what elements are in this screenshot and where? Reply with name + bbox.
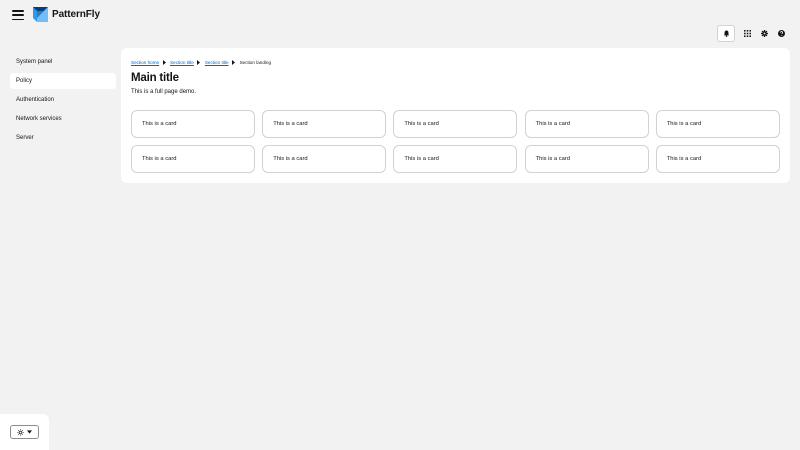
card-body: This is a card	[535, 121, 571, 127]
help-button[interactable]	[773, 25, 790, 42]
main-content-panel: Section home Section title Section title…	[121, 48, 790, 183]
bell-icon	[723, 30, 729, 37]
card[interactable]: This is a card	[262, 145, 387, 173]
card-body: This is a card	[142, 156, 177, 162]
caret-down-icon	[27, 430, 32, 434]
sidebar-item-label: Authentication	[16, 97, 55, 103]
question-circle-icon	[778, 30, 785, 37]
card[interactable]: This is a card	[524, 145, 649, 173]
sidebar-item-label: Server	[16, 135, 34, 141]
masthead: PatternFly	[0, 0, 800, 48]
card[interactable]: This is a card	[655, 110, 780, 138]
sidebar-item-label: System panel	[16, 59, 53, 65]
breadcrumb-link-section-title[interactable]: Section title	[205, 60, 229, 65]
theme-selector-button[interactable]	[10, 425, 39, 439]
breadcrumb-link-section-title[interactable]: Section title	[170, 60, 194, 65]
card-body: This is a card	[273, 121, 308, 127]
card[interactable]: This is a card	[524, 110, 649, 138]
sidebar-item-authentication[interactable]: Authentication	[10, 92, 116, 108]
page-description: This is a full page demo.	[131, 89, 197, 95]
chevron-right-icon	[194, 59, 204, 65]
breadcrumb-current-page: Section landing	[239, 59, 272, 65]
card-gallery: This is a card This is a card This is a …	[131, 110, 780, 173]
gear-icon	[761, 30, 768, 37]
breadcrumb: Section home Section title Section title…	[131, 58, 271, 66]
grid-icon	[744, 30, 751, 37]
card[interactable]: This is a card	[393, 110, 518, 138]
sidebar-item-label: Network services	[16, 116, 62, 122]
sidebar-item-server[interactable]: Server	[10, 130, 116, 146]
card-body: This is a card	[666, 156, 702, 162]
card-body: This is a card	[273, 156, 308, 162]
settings-button[interactable]	[756, 25, 773, 42]
sidebar-item-label: Policy	[16, 78, 33, 84]
patternfly-logo-icon	[33, 7, 48, 22]
notifications-button[interactable]	[717, 25, 735, 42]
card-body: This is a card	[666, 121, 702, 127]
card-body: This is a card	[142, 121, 177, 127]
card[interactable]: This is a card	[131, 110, 255, 138]
card[interactable]: This is a card	[131, 145, 255, 173]
header-toolbar	[717, 25, 790, 42]
brand-name: PatternFly	[52, 8, 100, 20]
card[interactable]: This is a card	[393, 145, 518, 173]
sidebar-footer	[0, 414, 49, 450]
card[interactable]: This is a card	[262, 110, 387, 138]
sidebar-item-network-services[interactable]: Network services	[10, 111, 116, 127]
card-body: This is a card	[535, 156, 571, 162]
sun-icon	[17, 428, 24, 436]
card-body: This is a card	[404, 121, 439, 127]
card-body: This is a card	[404, 156, 439, 162]
sidebar-item-policy[interactable]: Policy	[10, 73, 116, 89]
sidebar-item-system-panel[interactable]: System panel	[10, 54, 116, 70]
chevron-right-icon	[159, 59, 169, 65]
hamburger-menu-icon[interactable]	[11, 9, 25, 21]
card[interactable]: This is a card	[655, 145, 780, 173]
brand[interactable]: PatternFly	[32, 6, 100, 22]
sidebar-nav: System panel Policy Authentication Netwo…	[10, 54, 116, 149]
chevron-right-icon	[229, 59, 239, 65]
breadcrumb-link-section-home[interactable]: Section home	[131, 60, 159, 65]
page-title: Main title	[131, 72, 179, 84]
app-launcher-button[interactable]	[739, 25, 756, 42]
